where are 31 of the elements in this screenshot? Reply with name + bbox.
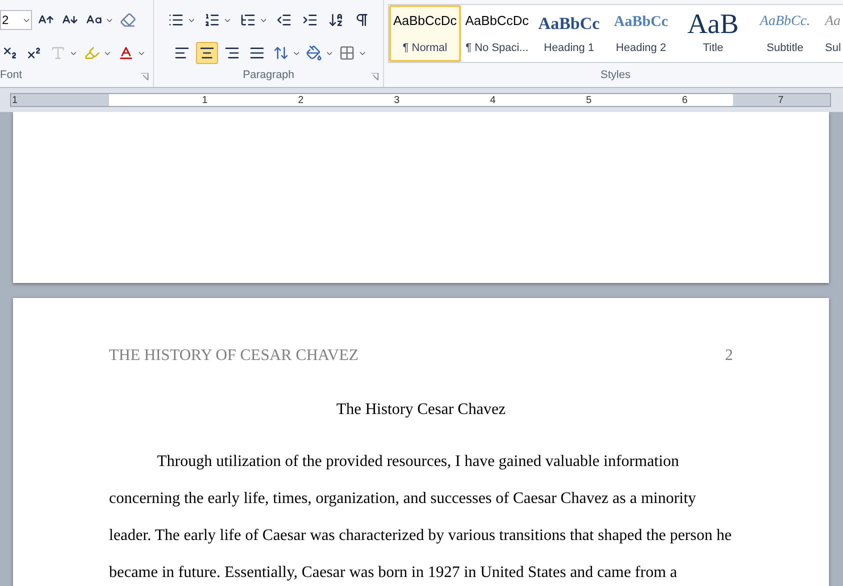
style-item[interactable]: AaBbCc. Subtitle <box>749 5 821 62</box>
align-button[interactable] <box>196 42 218 64</box>
ruler-number: 2 <box>298 94 304 106</box>
style-item[interactable]: AaBbCc Heading 2 <box>605 5 677 62</box>
align-center-icon <box>198 45 214 61</box>
style-item[interactable]: AaB Title <box>677 5 749 62</box>
ruler-number: 1 <box>202 94 208 106</box>
dialog-launcher-icon[interactable] <box>141 73 149 81</box>
ruler-number: 6 <box>682 94 688 106</box>
ruler-number: 3 <box>394 94 400 106</box>
page-header: THE HISTORY OF CESAR CHAVEZ <box>109 346 359 366</box>
style-item[interactable]: AaBbCcDc ¶ No Spaci... <box>461 5 533 62</box>
ruler-number: 7 <box>778 94 784 106</box>
group-label: Paragraph <box>242 68 294 82</box>
style-item[interactable]: Aa Sul <box>821 5 843 62</box>
align-justify-icon <box>248 45 264 61</box>
body-paragraph: Through utilization of the provided resources, I have gained valuable information concerning the early life, times, organization, and successes of Caesar Chavez as a minority leader. The early life of Caesar was characterized by various transitions that shaped the person he became in future. Essentially, Caesar was born in 1927 in United States and came from a <box>109 452 733 583</box>
group-label: Font <box>0 68 22 82</box>
shading-icon[interactable] <box>304 43 324 63</box>
style-item[interactable]: AaBbCc Heading 1 <box>533 5 605 62</box>
dialog-launcher-icon[interactable] <box>371 73 379 81</box>
ruler-number: 4 <box>490 94 496 106</box>
style-item[interactable]: AaBbCcDc ¶ Normal <box>389 5 461 62</box>
ruler-number: 5 <box>586 94 592 106</box>
align-right-icon <box>224 45 240 61</box>
document-title: The History Cesar Chavez <box>335 400 507 420</box>
align-left-icon <box>174 45 190 61</box>
ruler-number: 1 <box>12 94 18 106</box>
group-label: Styles <box>600 68 630 82</box>
page-number: 2 <box>725 346 733 366</box>
font-size-field[interactable]: 2 <box>0 10 32 30</box>
